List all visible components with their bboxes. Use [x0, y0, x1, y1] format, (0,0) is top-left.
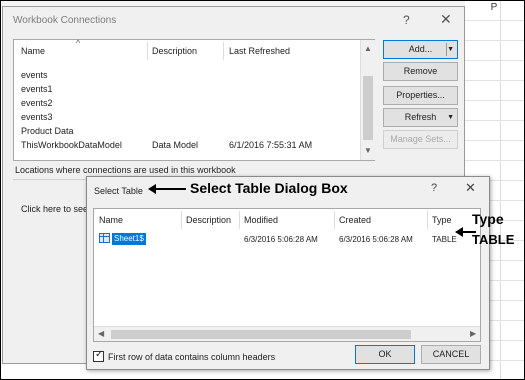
- grid-line: [465, 60, 525, 61]
- scroll-thumb[interactable]: [363, 76, 373, 140]
- scroll-thumb[interactable]: [111, 330, 411, 339]
- select-table-dialog: Select Table ? ✕ Name Description Modifi…: [86, 176, 490, 370]
- grid-line: [465, 40, 525, 41]
- column-divider: [239, 211, 240, 229]
- column-header-p[interactable]: P: [465, 2, 523, 18]
- chevron-down-icon[interactable]: ▼: [447, 109, 454, 126]
- refresh-button[interactable]: Refresh ▼: [383, 108, 458, 127]
- connection-name: events1: [21, 84, 53, 94]
- grid-line: [465, 140, 525, 141]
- connection-last-refreshed: 6/1/2016 7:55:31 AM: [229, 140, 313, 150]
- column-header-created[interactable]: Created: [339, 215, 371, 225]
- table-modified: 6/3/2016 5:06:28 AM: [244, 235, 318, 244]
- connection-name: events3: [21, 112, 53, 122]
- annotation-type-line1: Type: [472, 211, 504, 227]
- help-button[interactable]: ?: [403, 13, 410, 27]
- chevron-down-icon[interactable]: ▼: [447, 41, 454, 58]
- cancel-button-label: CANCEL: [432, 349, 470, 359]
- help-button[interactable]: ?: [431, 182, 437, 194]
- first-row-headers-checkbox[interactable]: ✓: [93, 349, 104, 362]
- annotation-arrow-icon: [148, 184, 186, 194]
- column-header-description[interactable]: Description: [186, 215, 231, 225]
- first-row-headers-label[interactable]: First row of data contains column header…: [108, 352, 275, 362]
- refresh-button-label: Refresh: [404, 112, 437, 122]
- table-type: TABLE: [432, 235, 457, 244]
- table-icon: [99, 233, 110, 243]
- horizontal-scrollbar[interactable]: ◀ ▶: [94, 326, 480, 341]
- scroll-down-icon[interactable]: ▼: [364, 146, 372, 155]
- column-divider: [334, 211, 335, 229]
- ok-button[interactable]: OK: [355, 345, 415, 364]
- annotation-select-table: Select Table Dialog Box: [190, 180, 348, 196]
- locations-hint[interactable]: Click here to see: [21, 204, 88, 214]
- tables-list[interactable]: Name Description Modified Created Type S…: [93, 208, 481, 342]
- connection-name: ThisWorkbookDataModel: [21, 140, 122, 150]
- scroll-left-icon[interactable]: ◀: [98, 329, 104, 338]
- connection-name: events2: [21, 98, 53, 108]
- grid-line: [500, 0, 501, 380]
- grid-line: [465, 20, 525, 21]
- column-header-type[interactable]: Type: [432, 215, 452, 225]
- manage-sets-button[interactable]: Manage Sets...: [383, 130, 458, 149]
- add-button[interactable]: Add... ▼: [383, 40, 458, 59]
- column-header-name[interactable]: Name: [21, 46, 45, 56]
- remove-button[interactable]: Remove: [383, 62, 458, 81]
- remove-button-label: Remove: [403, 66, 438, 76]
- check-icon: ✓: [95, 349, 104, 360]
- vertical-scrollbar[interactable]: ▲ ▼: [360, 40, 375, 160]
- table-name[interactable]: Sheet1$: [112, 233, 146, 245]
- column-divider: [147, 42, 148, 60]
- grid-line: [465, 100, 525, 101]
- properties-button[interactable]: Properties...: [383, 86, 458, 105]
- connection-name: events: [21, 70, 48, 80]
- ok-button-label: OK: [378, 349, 392, 359]
- dialog-title: Workbook Connections: [13, 15, 117, 26]
- add-button-label: Add...: [408, 44, 433, 54]
- column-header-description[interactable]: Description: [152, 46, 197, 56]
- connection-name: Product Data: [21, 126, 74, 136]
- annotation-type-line2: TABLE: [472, 232, 515, 247]
- table-created: 6/3/2016 5:06:28 AM: [339, 235, 413, 244]
- scroll-up-icon[interactable]: ▲: [364, 44, 372, 53]
- column-divider: [427, 211, 428, 229]
- grid-line: [465, 120, 525, 121]
- cancel-button[interactable]: CANCEL: [421, 345, 481, 364]
- column-divider: [223, 42, 224, 60]
- properties-button-label: Properties...: [396, 90, 445, 100]
- grid-line: [465, 80, 525, 81]
- locations-label: Locations where connections are used in …: [15, 165, 236, 175]
- connections-list[interactable]: ^ Name Description Last Refreshed events…: [13, 38, 375, 161]
- manage-sets-button-label: Manage Sets...: [390, 134, 451, 144]
- close-button[interactable]: ✕: [440, 11, 452, 28]
- connection-description: Data Model: [152, 140, 199, 150]
- column-header-modified[interactable]: Modified: [244, 215, 278, 225]
- column-header-name[interactable]: Name: [99, 215, 123, 225]
- column-divider: [181, 211, 182, 229]
- scroll-right-icon[interactable]: ▶: [470, 329, 476, 338]
- sort-up-icon: ^: [76, 38, 81, 48]
- column-header-last-refreshed[interactable]: Last Refreshed: [229, 46, 290, 56]
- close-button[interactable]: ✕: [465, 180, 476, 196]
- grid-line: [465, 160, 525, 161]
- dialog-title: Select Table: [94, 186, 143, 196]
